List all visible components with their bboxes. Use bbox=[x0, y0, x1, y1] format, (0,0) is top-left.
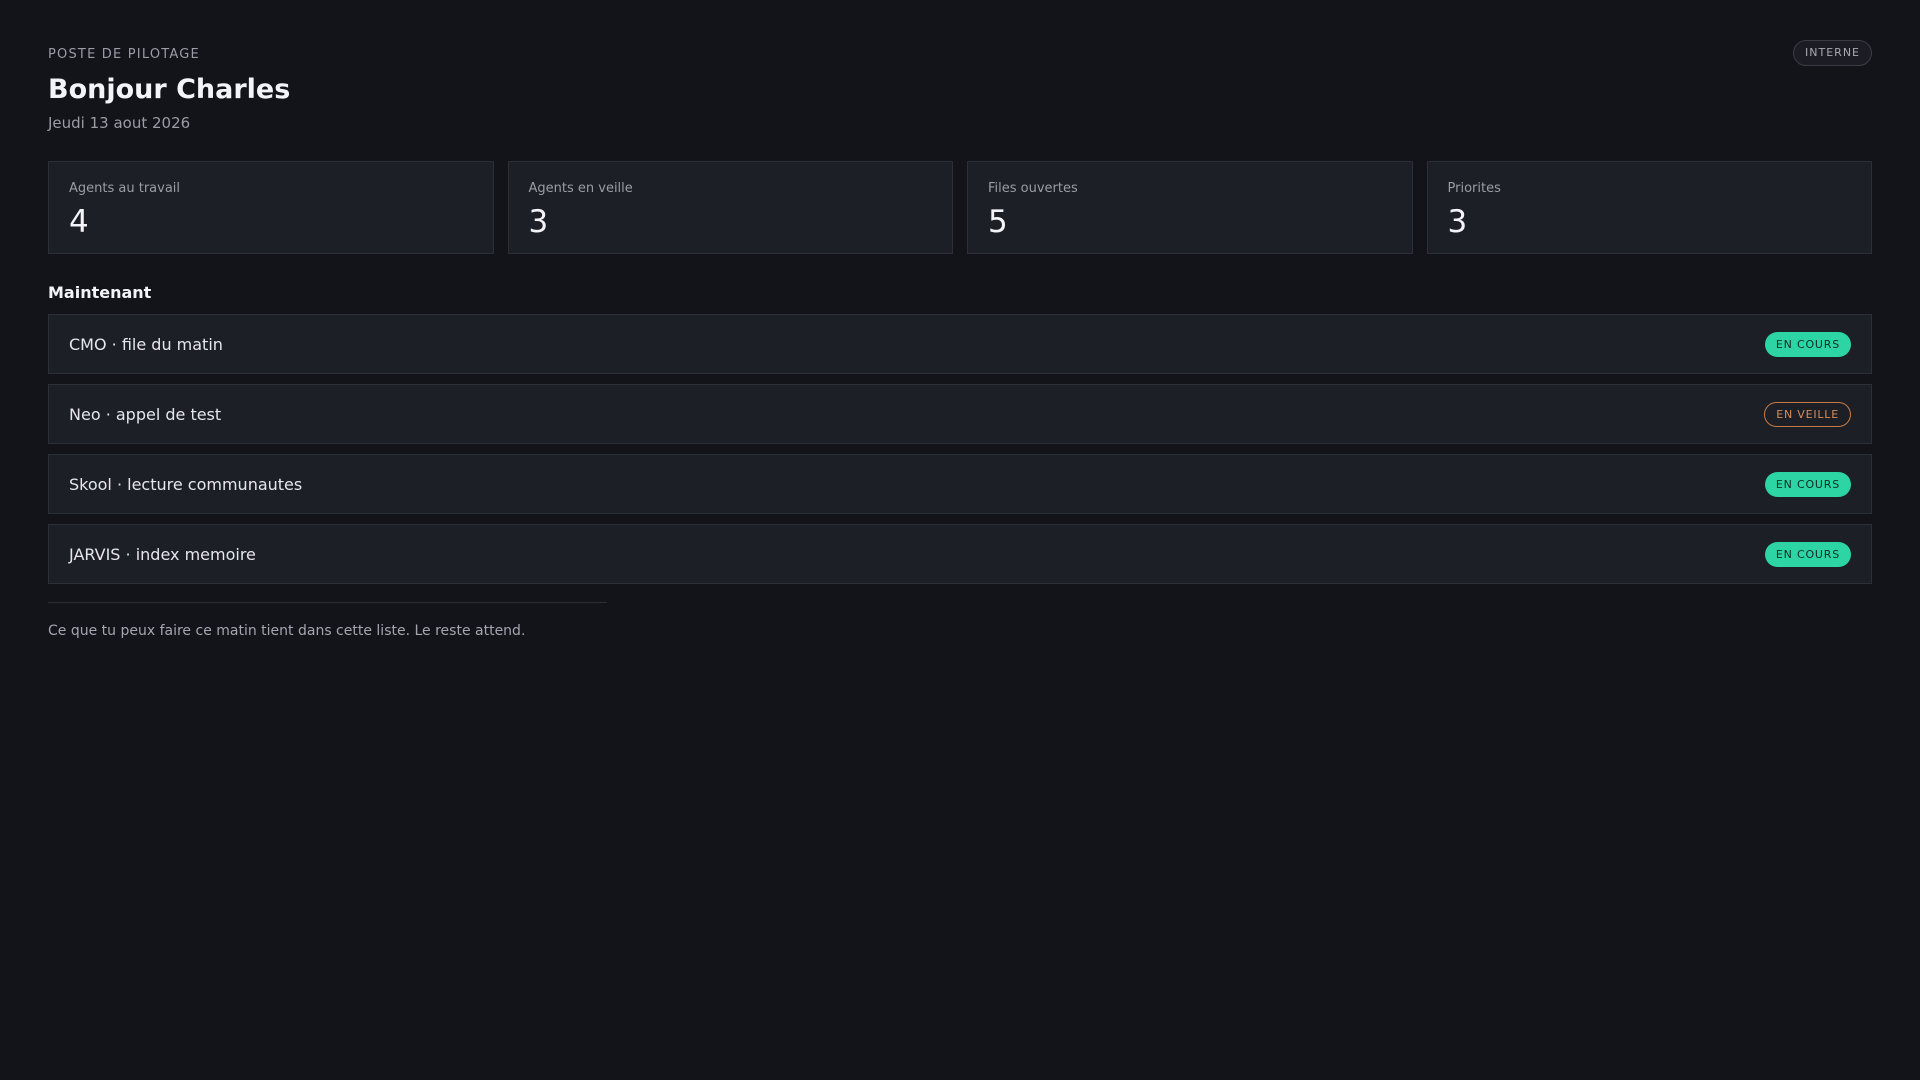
environment-tag: INTERNE bbox=[1793, 40, 1872, 66]
stats-row: Agents au travail 4 Agents en veille 3 F… bbox=[48, 161, 1872, 254]
task-label: JARVIS · index memoire bbox=[69, 544, 256, 564]
page-header: POSTE DE PILOTAGE Bonjour Charles Jeudi … bbox=[48, 0, 1872, 133]
status-badge: EN VEILLE bbox=[1764, 401, 1851, 427]
footer-divider bbox=[48, 602, 607, 603]
stat-label: Priorites bbox=[1447, 181, 1501, 196]
task-item-neo[interactable]: Neo · appel de test EN VEILLE bbox=[48, 384, 1872, 444]
status-badge: EN COURS bbox=[1764, 541, 1851, 567]
status-badge: EN COURS bbox=[1764, 471, 1851, 497]
task-label: Neo · appel de test bbox=[69, 404, 222, 424]
stat-label: Agents en veille bbox=[528, 181, 633, 196]
task-item-cmo[interactable]: CMO · file du matin EN COURS bbox=[48, 314, 1872, 374]
status-badge: EN COURS bbox=[1764, 331, 1851, 357]
page-date: Jeudi 13 aout 2026 bbox=[48, 114, 191, 132]
page-title: Bonjour Charles bbox=[48, 74, 291, 105]
page-eyebrow: POSTE DE PILOTAGE bbox=[48, 47, 200, 62]
stat-value: 3 bbox=[1447, 204, 1468, 240]
task-item-jarvis[interactable]: JARVIS · index memoire EN COURS bbox=[48, 524, 1872, 584]
stat-card-priorities: Priorites 3 bbox=[1426, 161, 1872, 254]
task-label: Skool · lecture communautes bbox=[69, 474, 303, 494]
stat-value: 5 bbox=[988, 204, 1008, 240]
stat-label: Agents au travail bbox=[69, 181, 181, 196]
task-list: CMO · file du matin EN COURS Neo · appel… bbox=[48, 314, 1872, 584]
stat-card-agents-working: Agents au travail 4 bbox=[48, 161, 494, 254]
stat-value: 4 bbox=[69, 204, 89, 240]
stat-card-open-queues: Files ouvertes 5 bbox=[967, 161, 1413, 254]
section-title-now: Maintenant bbox=[48, 283, 152, 302]
stat-card-agents-idle: Agents en veille 3 bbox=[507, 161, 953, 254]
task-item-skool[interactable]: Skool · lecture communautes EN COURS bbox=[48, 454, 1872, 514]
dashboard-page: POSTE DE PILOTAGE Bonjour Charles Jeudi … bbox=[0, 0, 1920, 1080]
task-label: CMO · file du matin bbox=[69, 334, 223, 354]
footer-note: Ce que tu peux faire ce matin tient dans… bbox=[48, 623, 526, 639]
stat-label: Files ouvertes bbox=[988, 181, 1078, 196]
stat-value: 3 bbox=[528, 204, 549, 240]
